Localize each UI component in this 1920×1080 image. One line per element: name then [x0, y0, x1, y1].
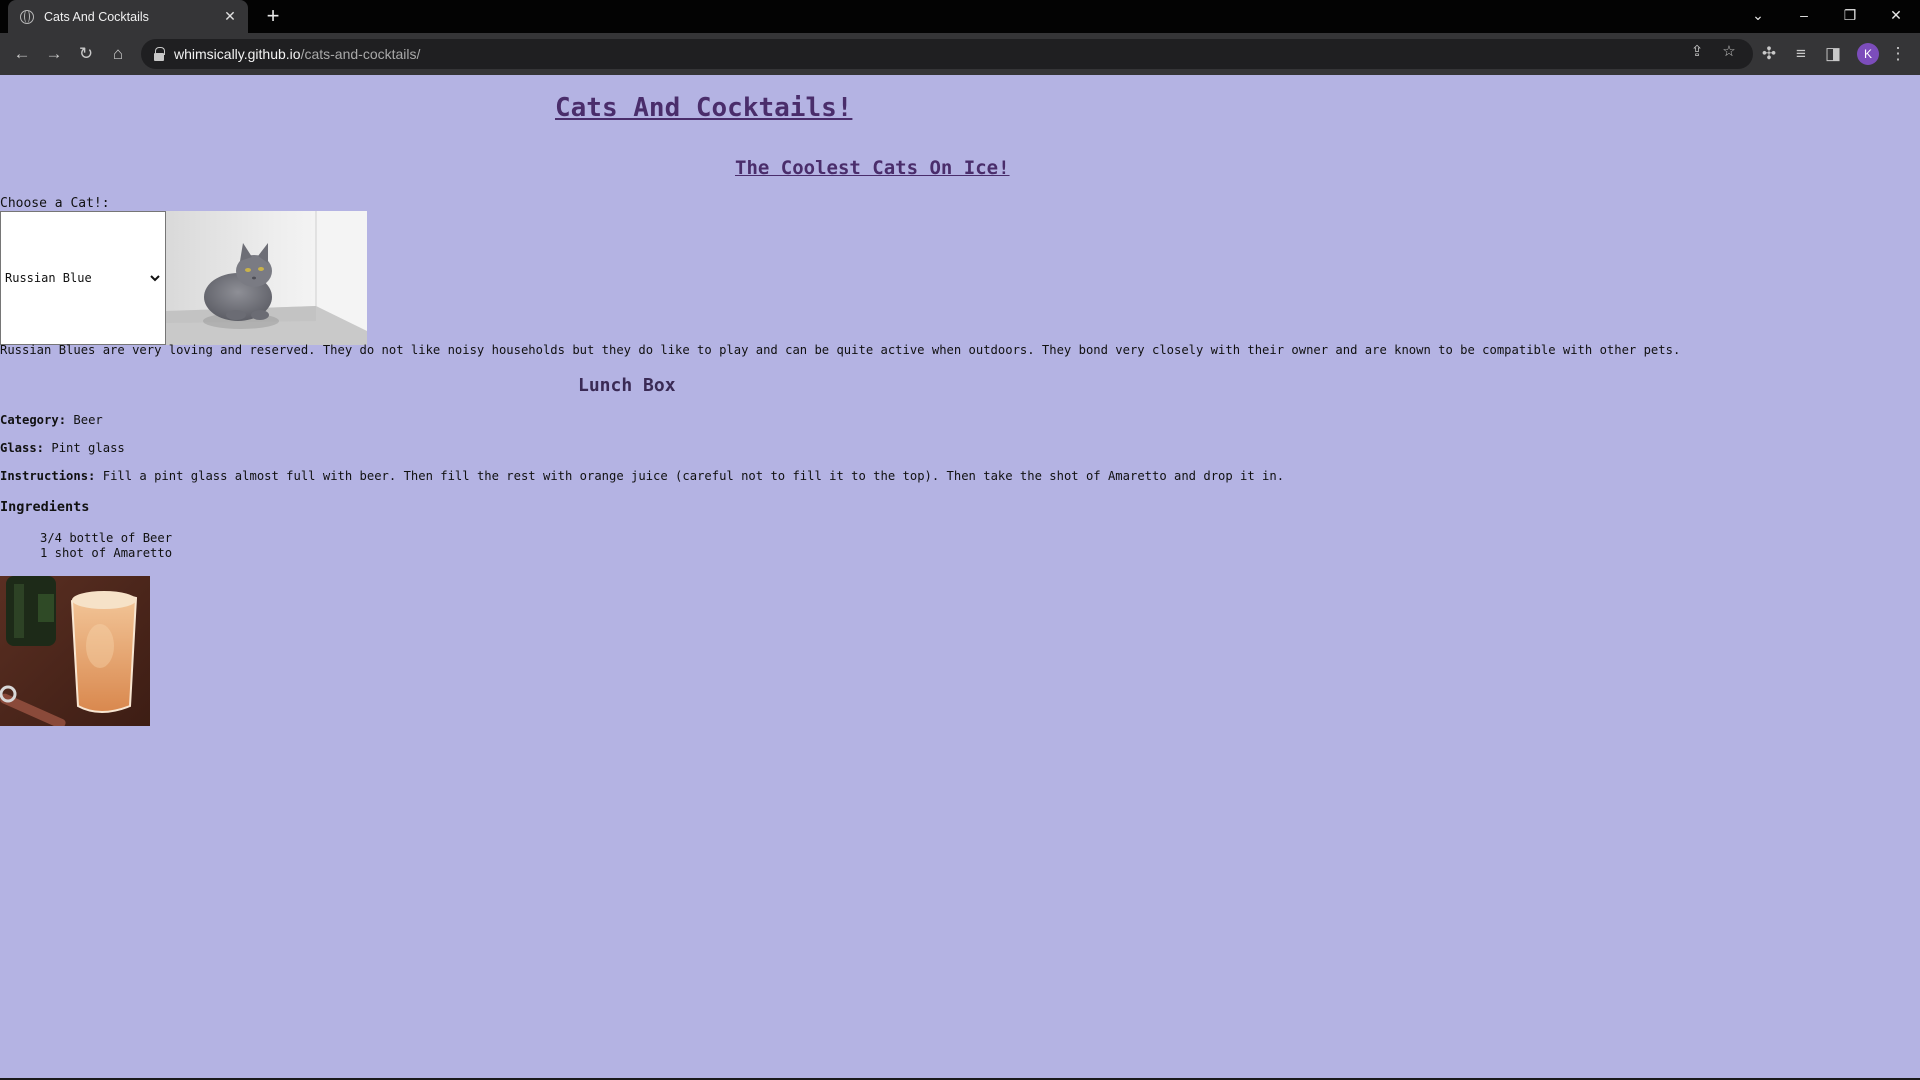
close-tab-icon[interactable]: ✕ [222, 8, 238, 25]
address-bar[interactable]: whimsically.github.io/cats-and-cocktails… [141, 39, 1753, 69]
page-title: Cats And Cocktails! [555, 93, 853, 123]
cat-description: Russian Blues are very loving and reserv… [0, 343, 1681, 357]
chevron-down-icon [150, 275, 160, 282]
instructions-value: Fill a pint glass almost full with beer.… [102, 469, 1285, 483]
drink-instructions: Instructions: Fill a pint glass almost f… [0, 469, 1284, 483]
back-icon[interactable]: ← [9, 41, 35, 67]
list-item: 3/4 bottle of Beer [40, 531, 173, 545]
bookmark-star-icon[interactable]: ☆ [1718, 41, 1740, 63]
more-menu-icon[interactable]: ⋮ [1885, 41, 1911, 67]
cat-select[interactable]: Russian Blue [0, 211, 166, 345]
extensions-icon[interactable]: ✣ [1756, 41, 1782, 67]
home-icon[interactable]: ⌂ [105, 41, 131, 67]
glass-label: Glass: [0, 441, 45, 455]
browser-tab[interactable]: Cats And Cocktails ✕ [8, 0, 248, 33]
url-path: /cats-and-cocktails/ [300, 46, 421, 62]
ingredients-list: 3/4 bottle of Beer 1 shot of Amaretto [40, 531, 172, 561]
forward-icon[interactable]: → [41, 41, 67, 67]
category-value: Beer [73, 413, 103, 427]
url-host: whimsically.github.io [174, 46, 301, 62]
page-content: Cats And Cocktails! The Coolest Cats On … [0, 75, 1920, 1078]
media-control-icon[interactable]: ≡ [1788, 41, 1814, 67]
page-subtitle: The Coolest Cats On Ice! [735, 157, 1010, 179]
globe-icon [20, 9, 34, 24]
tab-search-icon[interactable]: ⌄ [1736, 0, 1780, 33]
drink-category: Category: Beer [0, 413, 103, 427]
glass-value: Pint glass [51, 441, 125, 455]
minimize-button[interactable]: – [1782, 0, 1826, 33]
drink-glass: Glass: Pint glass [0, 441, 125, 455]
close-window-button[interactable]: ✕ [1874, 0, 1918, 33]
reload-icon[interactable]: ↻ [73, 41, 99, 67]
tab-title: Cats And Cocktails [44, 9, 149, 24]
choose-cat-label: Choose a Cat!: [0, 196, 110, 211]
share-icon[interactable]: ⇪ [1686, 41, 1708, 63]
browser-toolbar: ← → ↻ ⌂ whimsically.github.io/cats-and-c… [0, 33, 1920, 75]
new-tab-button[interactable]: + [261, 4, 285, 28]
category-label: Category: [0, 413, 67, 427]
ingredients-heading: Ingredients [0, 499, 90, 515]
drink-image [0, 576, 150, 726]
restore-button[interactable]: ❐ [1828, 0, 1872, 33]
browser-tab-bar: Cats And Cocktails ✕ + ⌄ – ❐ ✕ [0, 0, 1920, 33]
list-item: 1 shot of Amaretto [40, 546, 173, 560]
drink-name: Lunch Box [578, 375, 676, 396]
cat-image [166, 211, 367, 345]
cat-select-value: Russian Blue [5, 271, 92, 285]
lock-icon [153, 47, 165, 61]
profile-avatar[interactable]: K [1857, 43, 1879, 65]
side-panel-icon[interactable]: ◨ [1820, 41, 1846, 67]
instructions-label: Instructions: [0, 469, 96, 483]
